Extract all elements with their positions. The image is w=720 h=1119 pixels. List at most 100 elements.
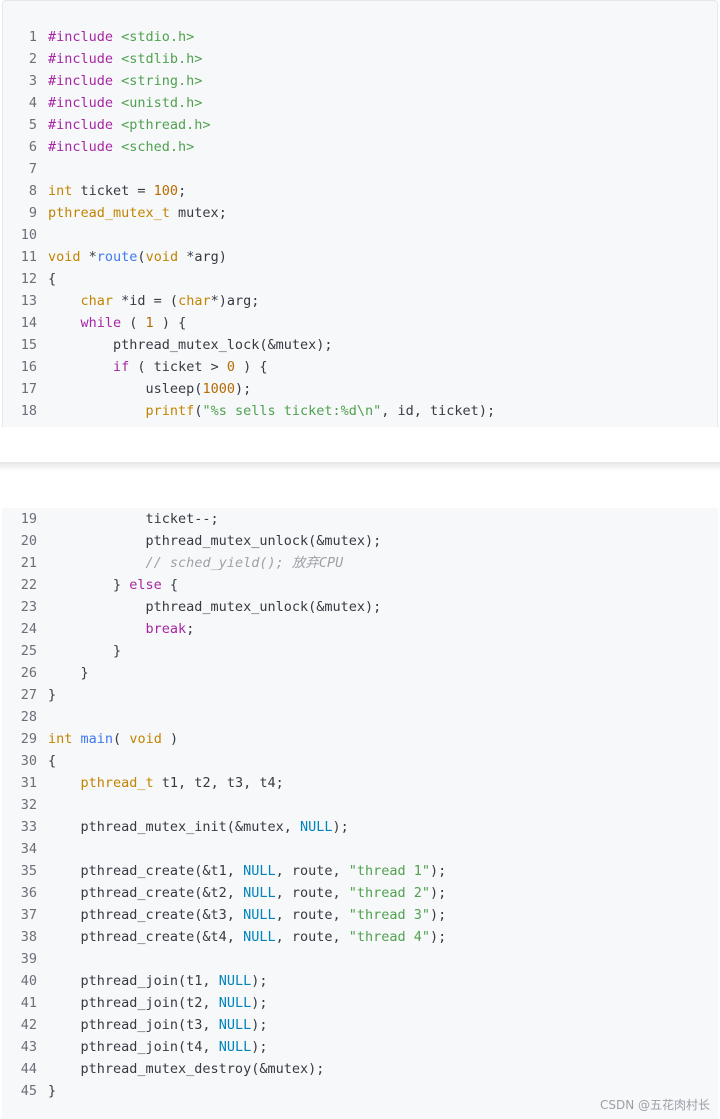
- code-line: 18 printf("%s sells ticket:%d\n", id, ti…: [0, 400, 716, 422]
- code-line: 41 pthread_join(t2, NULL);: [0, 992, 716, 1014]
- code-line: 10: [0, 224, 716, 246]
- code-token: , id, ticket);: [381, 403, 496, 419]
- code-token: <stdlib.h>: [121, 51, 203, 67]
- line-number: 29: [20, 731, 37, 747]
- line-number: 22: [20, 577, 37, 593]
- code-token: , route,: [275, 907, 349, 923]
- code-line: 25 }: [0, 640, 716, 662]
- line-number: 7: [28, 161, 37, 177]
- code-token: pthread_mutex_lock(&mutex);: [48, 337, 333, 353]
- code-token: *id = (: [113, 293, 179, 309]
- code-line: 7: [0, 158, 716, 180]
- code-token: char: [80, 293, 114, 309]
- code-token: void: [48, 249, 81, 265]
- code-token: NULL: [243, 885, 276, 901]
- line-source: pthread_mutex_unlock(&mutex);: [48, 533, 382, 549]
- line-source: if ( ticket > 0 ) {: [48, 359, 267, 375]
- code-line: 34: [0, 838, 716, 860]
- code-token: pthread_create(&t4,: [48, 929, 244, 945]
- code-token: );: [251, 995, 268, 1011]
- code-token: ) {: [153, 315, 187, 331]
- line-number: 32: [20, 797, 37, 813]
- code-line: 21 // sched_yield(); 放弃CPU: [0, 552, 716, 574]
- code-token: route: [96, 249, 138, 265]
- code-token: pthread_create(&t3,: [48, 907, 244, 923]
- line-source: pthread_t t1, t2, t3, t4;: [48, 775, 284, 791]
- code-token: "thread 3": [348, 907, 431, 923]
- code-token: );: [251, 973, 268, 989]
- code-token: if: [113, 359, 130, 375]
- line-number: 16: [20, 359, 37, 375]
- code-lines-part1: 1 #include <stdio.h> 2 #include <stdlib.h> 3…: [0, 26, 716, 422]
- code-token: 0: [226, 359, 235, 375]
- line-source: // sched_yield(); 放弃CPU: [48, 555, 344, 571]
- line-number: 39: [20, 951, 37, 967]
- line-number: 14: [20, 315, 37, 331]
- line-source: }: [48, 687, 56, 703]
- code-token: NULL: [218, 1017, 252, 1033]
- code-token: pthread_mutex_destroy(&mutex);: [48, 1061, 325, 1077]
- line-number: 43: [20, 1039, 37, 1055]
- code-token: int: [48, 731, 73, 747]
- code-token: );: [430, 863, 447, 879]
- line-source: printf("%s sells ticket:%d\n", id, ticke…: [48, 403, 496, 419]
- line-source: pthread_create(&t3, NULL, route, "thread…: [48, 907, 447, 923]
- code-token: }: [48, 665, 89, 681]
- line-source: pthread_join(t1, NULL);: [48, 973, 268, 989]
- line-number: 13: [20, 293, 37, 309]
- code-line: 13 char *id = (char*)arg;: [0, 290, 716, 312]
- line-number: 33: [20, 819, 37, 835]
- line-source: #include <unistd.h>: [48, 95, 202, 111]
- code-token: , route,: [275, 929, 349, 945]
- code-token: );: [430, 907, 447, 923]
- code-token: <unistd.h>: [121, 95, 203, 111]
- line-source: #include <stdio.h>: [48, 29, 194, 45]
- code-token: NULL: [243, 929, 276, 945]
- line-number: 34: [20, 841, 37, 857]
- code-token: ;: [186, 621, 195, 637]
- code-token: void: [145, 249, 179, 265]
- code-token: pthread_mutex_unlock(&mutex);: [48, 599, 382, 615]
- line-source: ticket--;: [48, 511, 219, 527]
- code-token: }: [48, 577, 130, 593]
- line-source: pthread_join(t4, NULL);: [48, 1039, 268, 1055]
- code-line: 44 pthread_mutex_destroy(&mutex);: [0, 1058, 716, 1080]
- code-token: "%s sells ticket:%d\n": [202, 403, 382, 419]
- code-token: NULL: [243, 907, 276, 923]
- code-token: pthread_join(t3,: [48, 1017, 219, 1033]
- code-lines-part2: 19 ticket--; 20 pthread_mutex_unlock(&mut…: [0, 508, 716, 1102]
- code-token: 1000: [202, 381, 235, 397]
- code-line: 42 pthread_join(t3, NULL);: [0, 1014, 716, 1036]
- code-token: <string.h>: [121, 73, 203, 89]
- code-token: "thread 1": [348, 863, 431, 879]
- code-token: NULL: [218, 995, 252, 1011]
- line-source: }: [48, 1083, 56, 1099]
- code-line: 28: [0, 706, 716, 728]
- code-token: ;: [178, 183, 187, 199]
- code-token: pthread_t: [80, 775, 154, 791]
- code-line: 31 pthread_t t1, t2, t3, t4;: [0, 772, 716, 794]
- line-source: void *route(void *arg): [48, 249, 227, 265]
- code-token: , route,: [275, 885, 349, 901]
- code-line: 15 pthread_mutex_lock(&mutex);: [0, 334, 716, 356]
- line-number: 1: [28, 29, 37, 45]
- line-number: 28: [20, 709, 37, 725]
- code-token: t1, t2, t3, t4;: [153, 775, 284, 791]
- line-source: pthread_join(t3, NULL);: [48, 1017, 268, 1033]
- line-number: 21: [20, 555, 37, 571]
- code-token: ): [161, 731, 179, 747]
- code-token: usleep(: [48, 381, 203, 397]
- code-line: 17 usleep(1000);: [0, 378, 716, 400]
- code-token: NULL: [218, 973, 252, 989]
- code-line: 1 #include <stdio.h>: [0, 26, 716, 48]
- code-token: #include: [48, 51, 122, 67]
- code-token: pthread_join(t1,: [48, 973, 219, 989]
- code-line: 36 pthread_create(&t2, NULL, route, "thr…: [0, 882, 716, 904]
- code-token: pthread_mutex_init(&mutex,: [48, 819, 300, 835]
- code-token: *arg): [178, 249, 227, 265]
- code-token: // sched_yield(); 放弃CPU: [145, 555, 344, 571]
